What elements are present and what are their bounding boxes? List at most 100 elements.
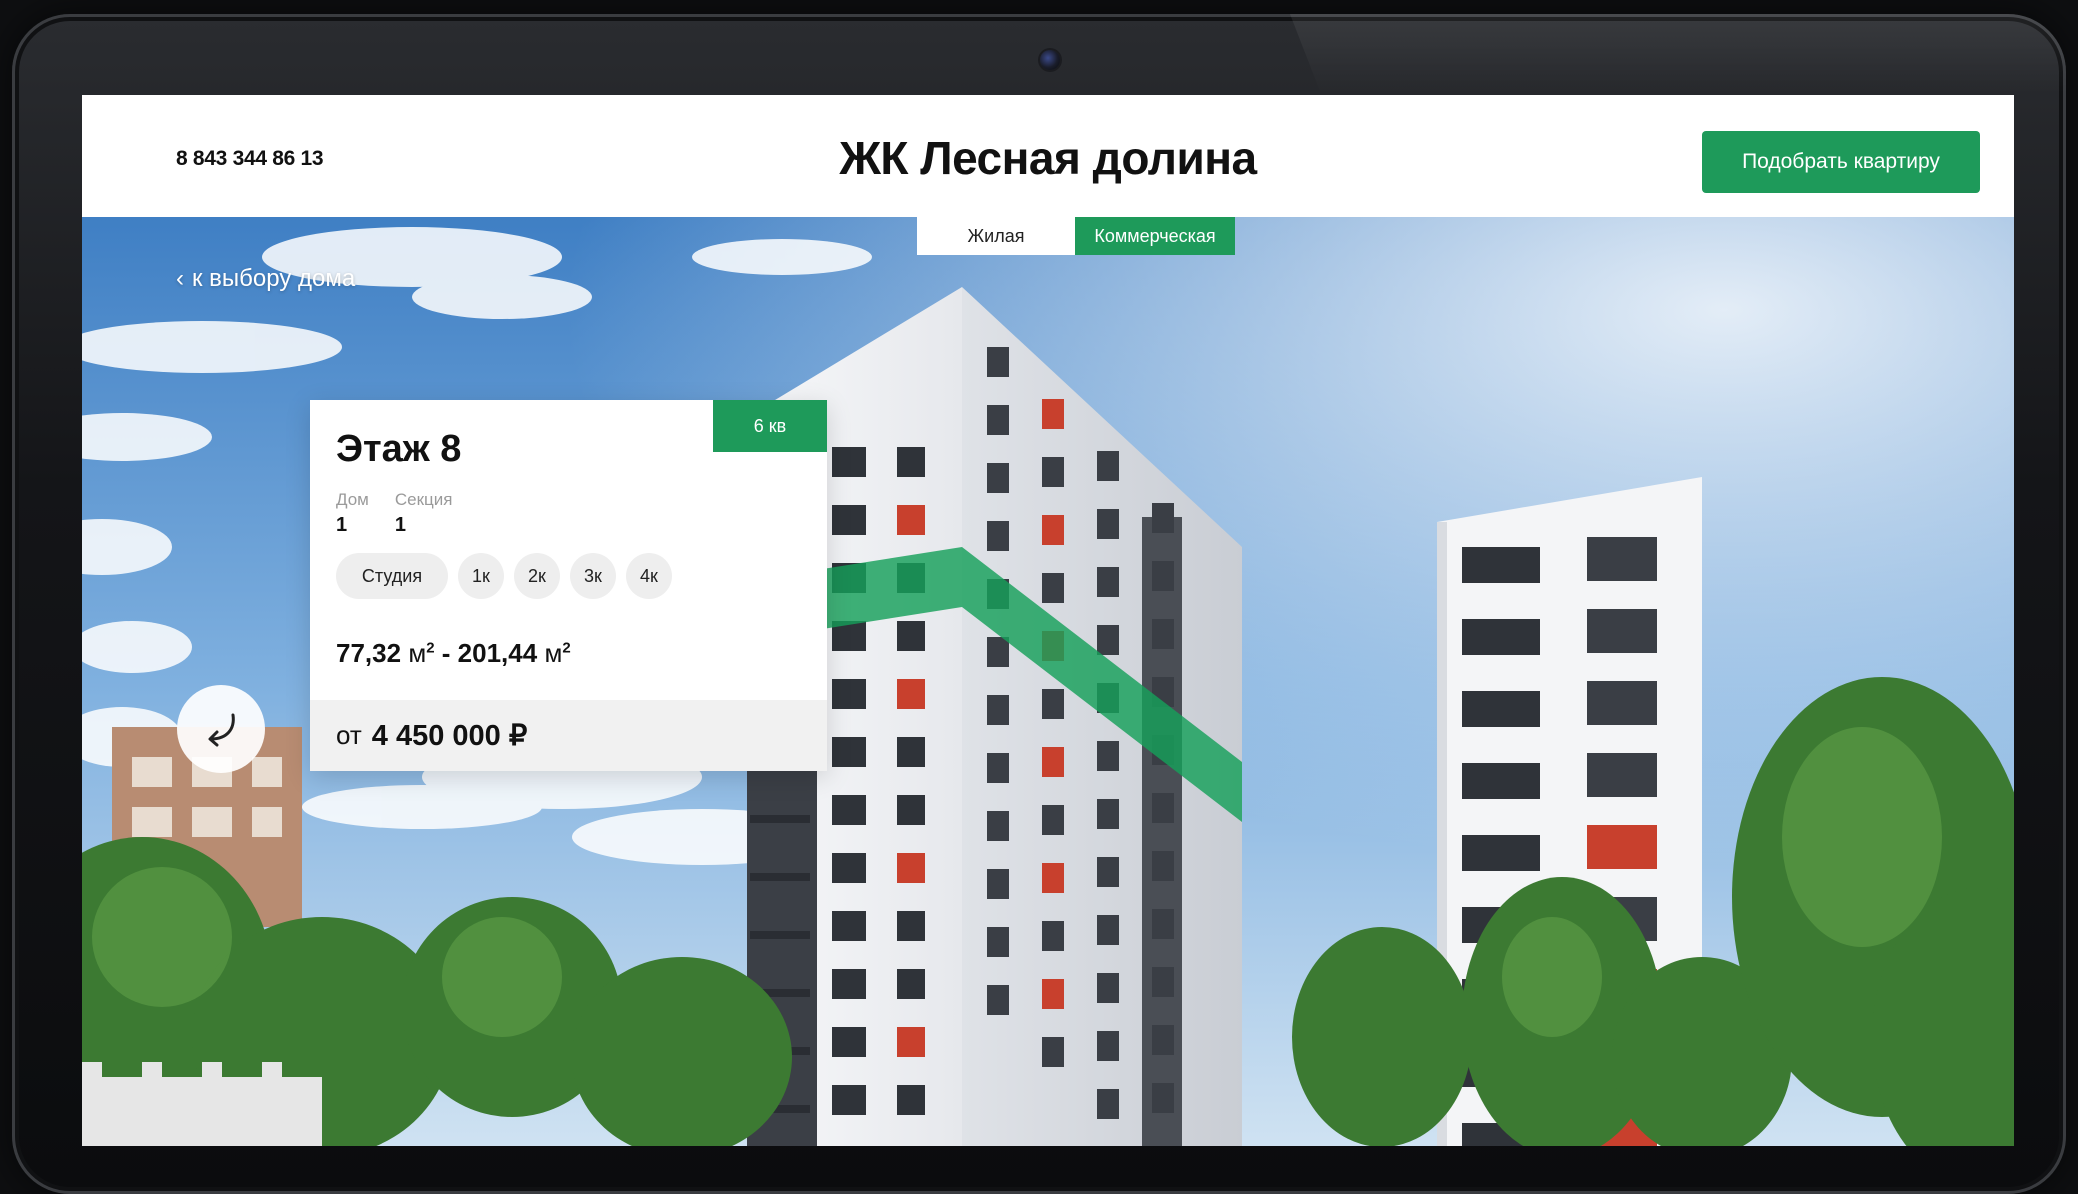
section-label: Секция <box>394 490 453 509</box>
screen: 8 843 344 86 13 ЖК Лесная долина Подобра… <box>82 95 2014 1146</box>
facade-window <box>987 463 1009 493</box>
facade-window <box>1097 1089 1119 1119</box>
facade-window <box>1152 619 1174 649</box>
facade-window <box>1042 747 1064 777</box>
floor-info-card: 6 кв Этаж 8 Дом 1 Секция 1 Студия 1к 2к … <box>310 400 827 771</box>
area-min: 77,32 <box>336 638 402 668</box>
facade-window <box>1042 457 1064 487</box>
facade-window <box>832 1085 866 1115</box>
price-bar: от 4 450 000 ₽ <box>310 700 827 771</box>
chip-3k[interactable]: 3к <box>570 553 616 599</box>
facade-window <box>1097 509 1119 539</box>
facade-window <box>1042 573 1064 603</box>
facade-window <box>832 737 866 767</box>
facade-window <box>1587 609 1657 653</box>
price-value: 4 450 000 ₽ <box>371 720 528 752</box>
floor-meta: Дом 1 Секция 1 <box>336 490 452 537</box>
facade-window <box>987 347 1009 377</box>
facade-window <box>832 853 866 883</box>
facade-window <box>1587 825 1657 869</box>
facade-window <box>1462 691 1540 727</box>
facade-window <box>1097 973 1119 1003</box>
facade-window <box>1042 1037 1064 1067</box>
facade-window <box>832 795 866 825</box>
facade-window <box>897 737 925 767</box>
balcony-rail <box>750 873 810 881</box>
area-unit-max: м <box>544 638 563 668</box>
tab-residential[interactable]: Жилая <box>917 217 1075 255</box>
facade-window <box>987 521 1009 551</box>
facade-window <box>1097 1031 1119 1061</box>
facade-window <box>897 1027 925 1057</box>
house-label: Дом <box>336 490 369 509</box>
facade-window <box>832 505 866 535</box>
house-info: Дом 1 <box>336 490 369 537</box>
facade-window <box>1152 967 1174 997</box>
tab-commercial[interactable]: Коммерческая <box>1075 217 1235 255</box>
facade-window <box>987 869 1009 899</box>
pick-apartment-button[interactable]: Подобрать квартиру <box>1702 131 1980 193</box>
chevron-left-icon: ‹ <box>176 265 184 292</box>
area-separator: - <box>441 638 451 668</box>
facade-window <box>897 505 925 535</box>
facade-window <box>897 621 925 651</box>
area-max: 201,44 <box>457 638 538 668</box>
camera-dot <box>1040 50 1060 70</box>
facade-window <box>987 985 1009 1015</box>
apartments-count-badge: 6 кв <box>713 400 827 452</box>
facade-window <box>1587 681 1657 725</box>
facade-window <box>1097 857 1119 887</box>
property-type-tabs: Жилая Коммерческая <box>917 217 1235 255</box>
bezel-glare <box>1290 14 2066 94</box>
facade-window <box>1152 503 1174 533</box>
chip-4k[interactable]: 4к <box>626 553 672 599</box>
area-unit-min: м <box>408 638 427 668</box>
facade-window <box>897 1085 925 1115</box>
facade-window <box>897 911 925 941</box>
facade-window <box>897 853 925 883</box>
rotate-view-button[interactable] <box>177 685 265 773</box>
back-to-house-link[interactable]: ‹ к выбору дома <box>176 265 355 293</box>
facade-window <box>1042 863 1064 893</box>
facade-window <box>987 637 1009 667</box>
facade-window <box>1152 851 1174 881</box>
site-header: 8 843 344 86 13 ЖК Лесная долина Подобра… <box>82 95 2014 217</box>
facade-window <box>897 795 925 825</box>
facade-window <box>987 753 1009 783</box>
facade-window <box>1097 799 1119 829</box>
facade-window <box>897 679 925 709</box>
facade-window <box>1587 753 1657 797</box>
facade-window <box>1042 979 1064 1009</box>
facade-window <box>1097 741 1119 771</box>
facade-window <box>987 695 1009 725</box>
section-value: 1 <box>394 514 406 536</box>
chip-2k[interactable]: 2к <box>514 553 560 599</box>
floor-title: Этаж 8 <box>336 428 462 470</box>
facade-window <box>1152 793 1174 823</box>
room-filter-chips: Студия 1к 2к 3к 4к <box>336 553 672 599</box>
facade-window <box>1097 915 1119 945</box>
facade-window <box>987 927 1009 957</box>
facade-window <box>1152 1083 1174 1113</box>
facade-window <box>832 1027 866 1057</box>
facade-window <box>1097 567 1119 597</box>
chip-studio[interactable]: Студия <box>336 553 448 599</box>
facade-window <box>1462 835 1540 871</box>
facade-window <box>1587 537 1657 581</box>
facade-window <box>832 679 866 709</box>
facade-window <box>832 447 866 477</box>
facade-window <box>1042 921 1064 951</box>
area-range: 77,32 м2 - 201,44 м2 <box>336 638 571 668</box>
facade-window <box>1152 909 1174 939</box>
facade-window <box>897 969 925 999</box>
balcony-rail <box>750 815 810 823</box>
section-info: Секция 1 <box>395 490 453 537</box>
facade-window <box>832 911 866 941</box>
balcony-rail <box>750 931 810 939</box>
chip-1k[interactable]: 1к <box>458 553 504 599</box>
back-link-label: к выбору дома <box>192 265 356 292</box>
facade-window <box>987 405 1009 435</box>
facade-window <box>832 969 866 999</box>
facade-window <box>1462 547 1540 583</box>
facade-window <box>1462 763 1540 799</box>
